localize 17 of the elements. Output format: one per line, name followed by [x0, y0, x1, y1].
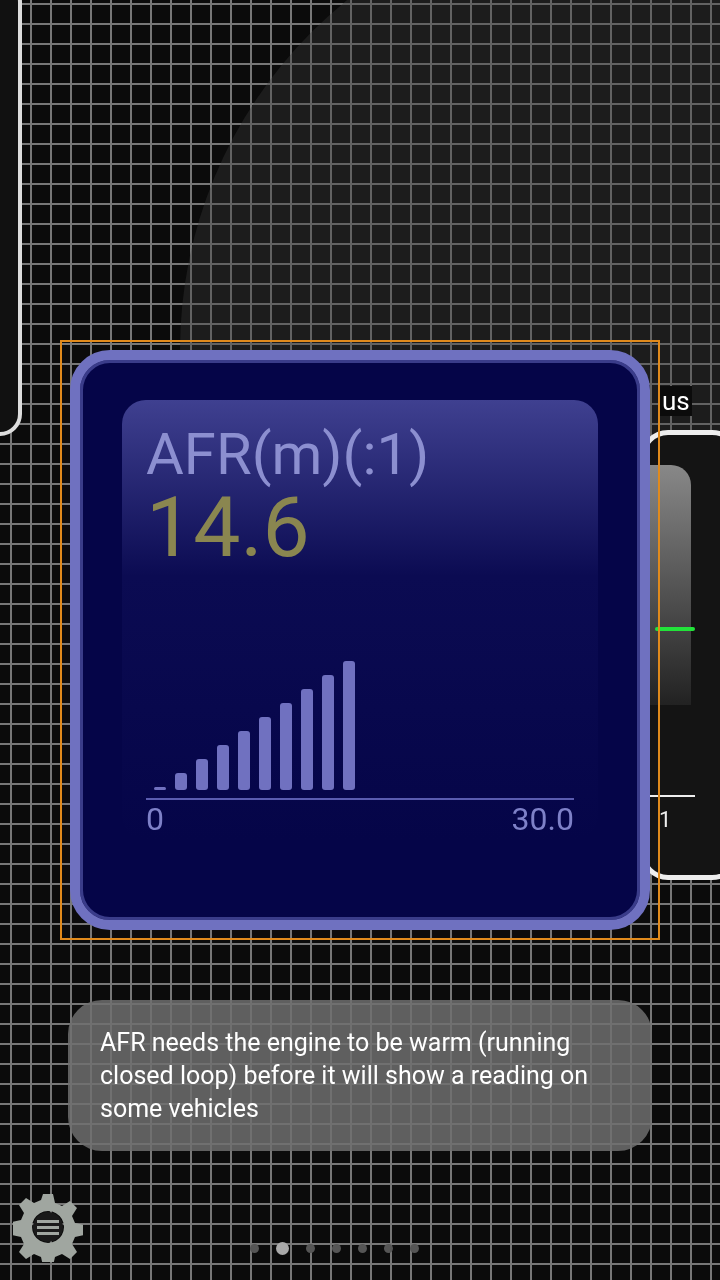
gauge-label: AFR(m)(:1)	[146, 422, 431, 486]
scale-min: 0	[146, 800, 164, 838]
scale-label: 1	[659, 807, 672, 832]
page-indicator-dot[interactable]	[306, 1244, 315, 1253]
settings-icon[interactable]	[13, 1192, 83, 1262]
gauge-value: 14.6	[146, 486, 310, 570]
page-indicator-dot[interactable]	[384, 1244, 393, 1253]
page-indicator-dot[interactable]	[358, 1244, 367, 1253]
page-indicator-dot[interactable]	[250, 1244, 259, 1253]
needle-marker	[655, 627, 695, 631]
page-indicator-dot[interactable]	[276, 1242, 289, 1255]
scale-max: 30.0	[511, 800, 574, 838]
toast-message: AFR needs the engine to be warm (running closed loop) before it will show a reading on some vehicles	[68, 1000, 652, 1151]
page-indicator-dot[interactable]	[410, 1244, 419, 1253]
gauge-title: us	[660, 386, 692, 416]
gauge-card[interactable]: AFR(m)(:1) 14.6 0 30.0	[60, 340, 660, 940]
page-indicator-dot[interactable]	[332, 1244, 341, 1253]
